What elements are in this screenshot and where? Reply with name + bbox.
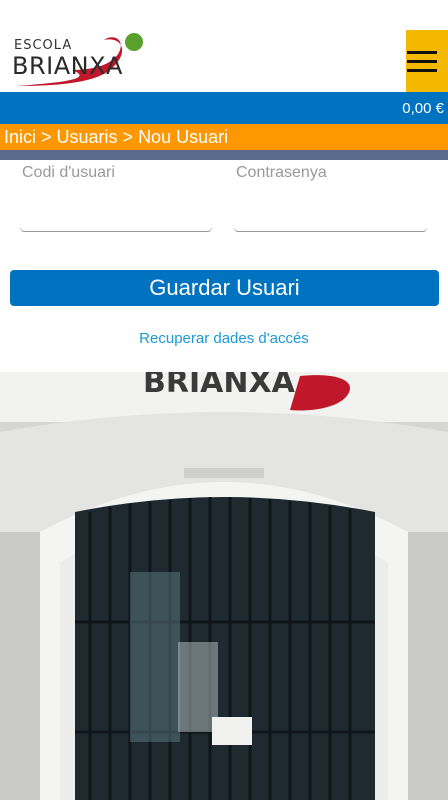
user-code-underline xyxy=(20,228,212,232)
breadcrumb-separator: > xyxy=(117,127,139,147)
breadcrumb-item-nou-usuari: Nou Usuari xyxy=(138,127,229,147)
recover-access-link[interactable]: Recuperar dades d'accés xyxy=(0,330,448,347)
password-underline xyxy=(234,228,427,232)
user-code-label: Codi d'usuari xyxy=(22,164,115,181)
hamburger-line xyxy=(407,59,437,63)
breadcrumb: Inici > Usuaris > Nou Usuari xyxy=(0,124,448,150)
entrance-photo-image: BRIANXA xyxy=(0,372,448,800)
breadcrumb-item-usuaris[interactable]: Usuaris xyxy=(57,127,118,147)
hamburger-menu-button[interactable] xyxy=(406,30,448,92)
hamburger-line xyxy=(407,68,437,72)
header: ESCOLA BRIANXA xyxy=(0,0,448,92)
save-user-button[interactable]: Guardar Usuari xyxy=(10,270,439,306)
school-entrance-photo: BRIANXA xyxy=(0,372,448,800)
password-label: Contrasenya xyxy=(236,164,327,181)
password-input[interactable] xyxy=(234,188,427,228)
cart-bar: 0,00 € xyxy=(0,92,448,124)
user-form: Codi d'usuari Contrasenya Guardar Usuari… xyxy=(0,160,448,372)
logo-text-small: ESCOLA xyxy=(14,38,73,53)
breadcrumb-separator: > xyxy=(36,127,57,147)
school-logo[interactable]: ESCOLA BRIANXA xyxy=(12,30,152,90)
divider-strip xyxy=(0,150,448,160)
breadcrumb-item-inici[interactable]: Inici xyxy=(4,127,36,147)
cart-amount[interactable]: 0,00 € xyxy=(402,100,444,117)
photo-sign-text: BRIANXA xyxy=(143,372,296,400)
hamburger-line xyxy=(407,50,437,54)
logo-text-big: BRIANXA xyxy=(12,52,123,80)
user-code-input[interactable] xyxy=(20,188,212,228)
